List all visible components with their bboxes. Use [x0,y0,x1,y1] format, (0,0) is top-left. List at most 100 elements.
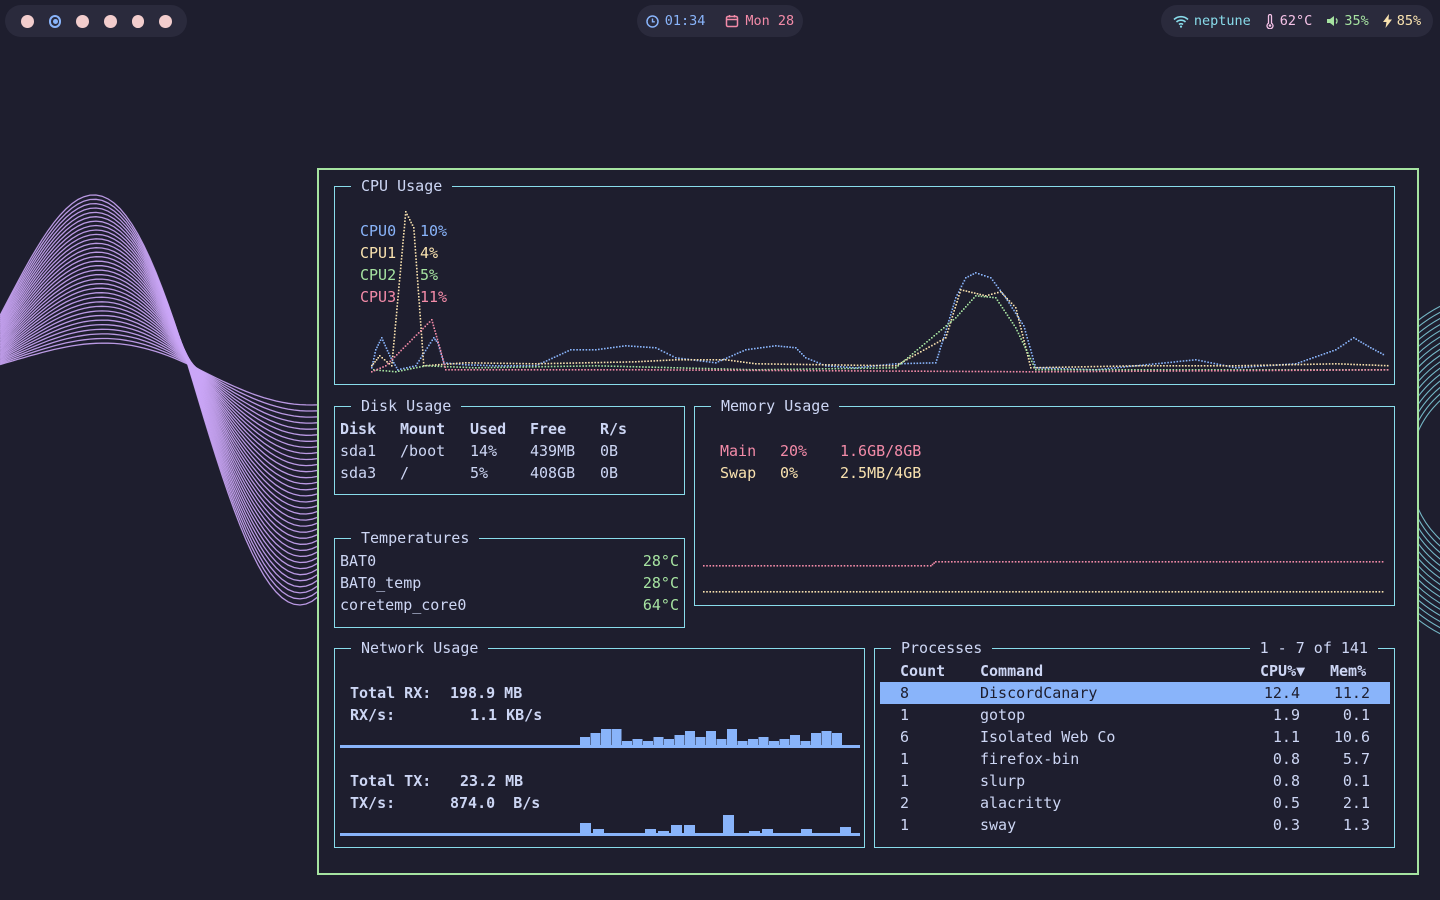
process-cpu: 0.3 [1272,816,1300,834]
workspace-3-button[interactable] [76,14,90,28]
cpu-core-label: CPU1 [360,244,397,262]
temperature-sensor-name: BAT0_temp [340,574,422,592]
temperatures-panel-title: Temperatures [351,527,480,549]
temperature-sensor-value: 64°C [642,596,679,614]
disk-cell: 0B [600,442,619,460]
process-row[interactable]: 1 slurp 0.8 0.1 [880,770,1390,792]
disk-cell: sda1 [340,442,377,460]
workspace-1-button[interactable] [21,14,34,28]
memory-row-percent: 0% [780,464,799,482]
wifi-icon[interactable] [1173,15,1189,28]
tx-rate-label: TX/s: [350,794,396,812]
header-cpu[interactable]: CPU%▼ [1260,660,1305,682]
tx-total-label: Total TX: [350,772,432,790]
disk-header-cell: Disk [340,420,377,438]
clock-time: 01:34 [664,13,706,29]
process-mem: 1.3 [1342,816,1370,834]
memory-row-name: Main [720,442,757,460]
volume-level: 35% [1344,13,1369,29]
temperature-sensor-name: coretemp_core0 [340,596,467,614]
cpu-core-value: 10% [420,222,448,240]
disk-panel-title: Disk Usage [351,395,462,417]
disk-header-cell: Used [470,420,507,438]
temperatures-panel: Temperatures BAT0 28°C BAT0_temp 28°C corete… [334,527,685,628]
disk-header-cell: R/s [600,420,628,438]
disk-cell: 408GB [530,464,576,482]
speaker-icon[interactable] [1326,15,1339,27]
rx-rate-value: 1.1 KB/s [470,706,543,724]
bolt-icon [1382,14,1392,28]
disk-header-cell: Mount [400,420,446,438]
network-sparklines [340,729,860,836]
process-row[interactable]: 6 Isolated Web Co 1.1 10.6 [880,726,1390,748]
cpu-core-value: 11% [420,288,448,306]
calendar-icon [725,14,739,28]
disk-cell: 0B [600,464,619,482]
memory-row-name: Swap [720,464,757,482]
process-row[interactable]: 1 sway 0.3 1.3 [880,814,1390,836]
temperature-sensor-value: 28°C [642,574,679,592]
disk-cell: 5% [470,464,489,482]
process-row[interactable]: 8 DiscordCanary 12.4 11.2 [880,682,1390,704]
process-command: firefox-bin [980,750,1080,768]
clock-widget[interactable]: 01:34 Mon 28 [637,5,803,37]
process-row[interactable]: 1 gotop 1.9 0.1 [880,704,1390,726]
memory-row-percent: 20% [780,442,808,460]
workspace-2-button[interactable] [48,14,62,28]
disk-header-cell: Free [530,420,567,438]
workspace-4-button[interactable] [104,14,117,28]
process-row[interactable]: 1 firefox-bin 0.8 5.7 [880,748,1390,770]
workspace-switcher [5,5,187,37]
clock-icon [646,14,659,28]
rx-total-value: 198.9 MB [450,684,523,702]
disk-cell: 14% [470,442,498,460]
network-panel-title: Network Usage [351,637,489,659]
tx-total-value: 23.2 MB [460,772,524,790]
disk-cell: /boot [400,442,446,460]
process-count: 1 [900,750,910,768]
header-mem[interactable]: Mem% [1330,660,1366,682]
terminal-window[interactable]: CPU Usage CPU0 10% CPU1 4% CPU2 5% CPU3 11% Dis… [317,168,1419,875]
cpu-core-label: CPU3 [360,288,397,306]
memory-row-amount: 1.6GB/8GB [840,442,922,460]
cpu-usage-graph [371,211,1389,373]
processes-header-row: Count Command CPU%▼ Mem% [880,660,1390,682]
status-tray: neptune 62°C 35% 85% [1161,5,1433,37]
memory-usage-graph [703,561,1384,593]
process-mem: 0.1 [1342,706,1370,724]
cpu-temperature: 62°C [1279,13,1313,29]
process-count: 6 [900,728,910,746]
disk-cell: sda3 [340,464,377,482]
header-count[interactable]: Count [900,660,945,682]
cpu-panel-title: CPU Usage [351,175,453,197]
processes-panel-title: Processes [891,637,993,659]
disk-usage-panel: Disk Usage Disk Mount Used Free R/s sda1/boot… [334,395,685,495]
process-mem: 2.1 [1342,794,1370,812]
thermometer-icon [1265,13,1275,29]
process-mem: 11.2 [1333,684,1370,702]
process-mem: 0.1 [1342,772,1370,790]
clock-date: Mon 28 [745,13,795,29]
process-cpu: 12.4 [1263,684,1300,702]
processes-range: 1 - 7 of 141 [1249,637,1378,659]
processes-panel: Processes 1 - 7 of 141 Count Command CPU… [874,637,1395,848]
process-command: Isolated Web Co [980,728,1116,746]
process-mem: 10.6 [1333,728,1370,746]
memory-usage-panel: Memory Usage Main 20% 1.6GB/8GB Swap 0% 2.5MB… [694,395,1395,606]
rx-total-label: Total RX: [350,684,432,702]
cpu-core-value: 4% [420,244,439,262]
memory-panel-title: Memory Usage [711,395,840,417]
process-row[interactable]: 2 alacritty 0.5 2.1 [880,792,1390,814]
battery-level: 85% [1396,13,1422,29]
workspace-5-button[interactable] [131,14,145,28]
process-mem: 5.7 [1342,750,1370,768]
cpu-usage-panel: CPU Usage CPU0 10% CPU1 4% CPU2 5% CPU3 11% [334,175,1395,385]
workspace-6-button[interactable] [159,14,173,28]
process-cpu: 1.9 [1272,706,1300,724]
header-command[interactable]: Command [980,660,1043,682]
process-command: sway [980,816,1017,834]
process-count: 1 [900,772,910,790]
disk-cell: / [400,464,410,482]
process-command: slurp [980,772,1026,790]
process-cpu: 1.1 [1272,728,1300,746]
